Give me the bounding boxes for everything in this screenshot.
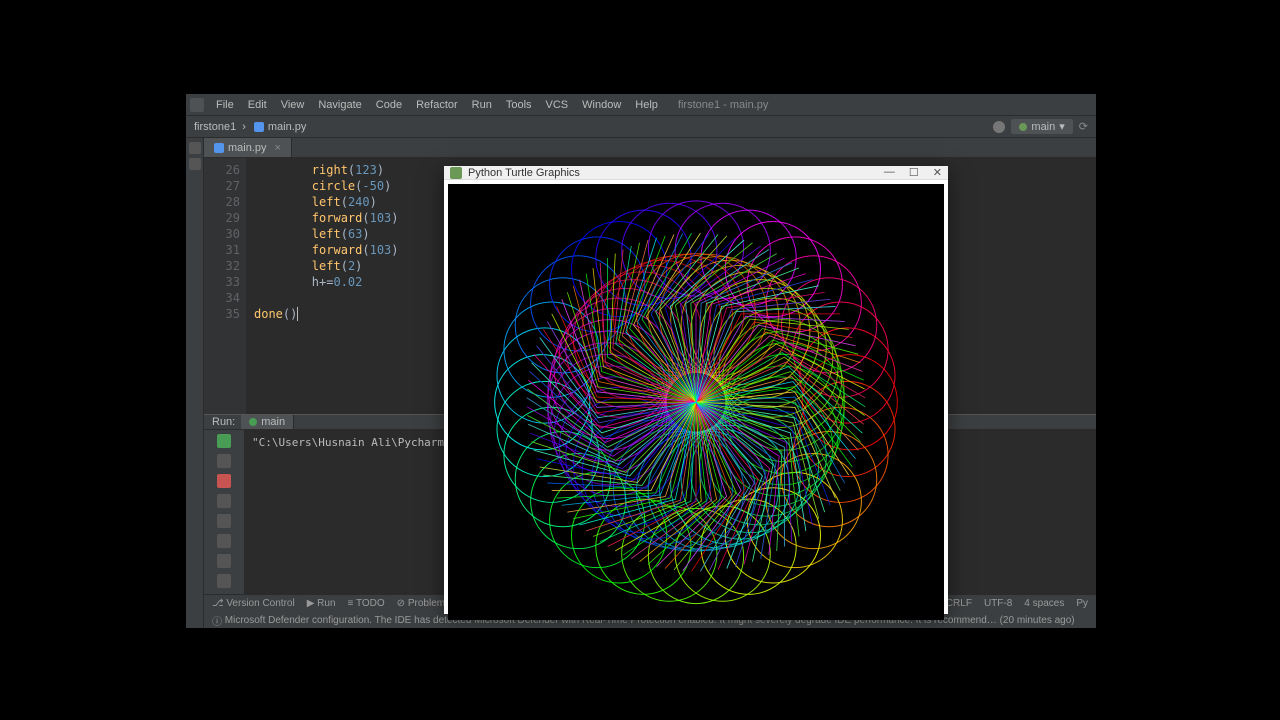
menu-help[interactable]: Help bbox=[629, 97, 664, 113]
turtle-title-bar[interactable]: Python Turtle Graphics — ☐ ✕ bbox=[444, 166, 948, 180]
turtle-graphics-window[interactable]: Python Turtle Graphics — ☐ ✕ bbox=[444, 166, 948, 614]
maximize-button[interactable]: ☐ bbox=[909, 166, 919, 179]
breadcrumb-sep: › bbox=[242, 121, 246, 133]
run-status-icon bbox=[1019, 123, 1027, 131]
menu-bar: File Edit View Navigate Code Refactor Ru… bbox=[186, 94, 1096, 116]
turtle-app-icon bbox=[450, 167, 462, 179]
run-tab-label: Run: bbox=[212, 416, 235, 428]
line-ending-indicator[interactable]: CRLF bbox=[946, 598, 972, 609]
editor-tab-main[interactable]: main.py × bbox=[204, 138, 292, 157]
minimize-button[interactable]: — bbox=[884, 166, 895, 179]
left-tool-strip bbox=[186, 138, 204, 628]
info-icon: ⓘ bbox=[212, 613, 222, 628]
run-config-name: main bbox=[261, 416, 285, 428]
python-file-icon bbox=[214, 143, 224, 153]
soft-wrap-button[interactable] bbox=[217, 534, 231, 548]
chevron-down-icon: ▾ bbox=[1059, 120, 1065, 133]
down-stack-button[interactable] bbox=[217, 514, 231, 528]
menu-navigate[interactable]: Navigate bbox=[312, 97, 367, 113]
run-config-selector[interactable]: main ▾ bbox=[1011, 119, 1072, 134]
run-button[interactable]: ▶ Run bbox=[307, 598, 336, 609]
stop-button[interactable] bbox=[217, 454, 231, 468]
menu-file[interactable]: File bbox=[210, 97, 240, 113]
python-file-icon bbox=[254, 122, 264, 132]
menu-code[interactable]: Code bbox=[370, 97, 408, 113]
exit-button[interactable] bbox=[217, 474, 231, 488]
menu-tools[interactable]: Tools bbox=[500, 97, 538, 113]
breadcrumb-file[interactable]: main.py bbox=[268, 121, 307, 133]
menu-window[interactable]: Window bbox=[576, 97, 627, 113]
menu-view[interactable]: View bbox=[275, 97, 311, 113]
app-logo-icon bbox=[190, 98, 204, 112]
breadcrumb-project[interactable]: firstone1 bbox=[194, 121, 236, 133]
user-icon[interactable] bbox=[993, 121, 1005, 133]
close-button[interactable]: ✕ bbox=[933, 166, 942, 179]
run-config-label: main bbox=[1031, 121, 1055, 133]
scroll-end-button[interactable] bbox=[217, 554, 231, 568]
indent-indicator[interactable]: 4 spaces bbox=[1024, 598, 1064, 609]
menu-vcs[interactable]: VCS bbox=[540, 97, 575, 113]
rerun-button[interactable] bbox=[217, 434, 231, 448]
tab-label: main.py bbox=[228, 142, 267, 154]
window-title-path: firstone1 - main.py bbox=[678, 99, 768, 111]
menu-run[interactable]: Run bbox=[466, 97, 498, 113]
project-tool-button[interactable] bbox=[189, 142, 201, 154]
up-stack-button[interactable] bbox=[217, 494, 231, 508]
menu-edit[interactable]: Edit bbox=[242, 97, 273, 113]
menu-refactor[interactable]: Refactor bbox=[410, 97, 464, 113]
line-number-gutter: 26 27 28 29 30 31 32 33 34 35 bbox=[204, 158, 246, 414]
turtle-canvas bbox=[448, 184, 944, 620]
version-control-button[interactable]: ⎇ Version Control bbox=[212, 598, 295, 609]
run-status-icon bbox=[249, 418, 257, 426]
print-button[interactable] bbox=[217, 574, 231, 588]
close-icon[interactable]: × bbox=[275, 142, 281, 154]
navigation-bar: firstone1 › main.py main ▾ ⟳ bbox=[186, 116, 1096, 138]
structure-tool-button[interactable] bbox=[189, 158, 201, 170]
encoding-indicator[interactable]: UTF-8 bbox=[984, 598, 1012, 609]
sync-icon[interactable]: ⟳ bbox=[1079, 120, 1088, 133]
todo-button[interactable]: ≡ TODO bbox=[348, 598, 385, 609]
editor-tabs: main.py × bbox=[204, 138, 1096, 158]
turtle-window-title: Python Turtle Graphics bbox=[468, 167, 580, 179]
problems-button[interactable]: ⊘ Problems bbox=[397, 598, 450, 609]
run-toolbar bbox=[204, 430, 244, 608]
interpreter-indicator[interactable]: Py bbox=[1076, 598, 1088, 609]
